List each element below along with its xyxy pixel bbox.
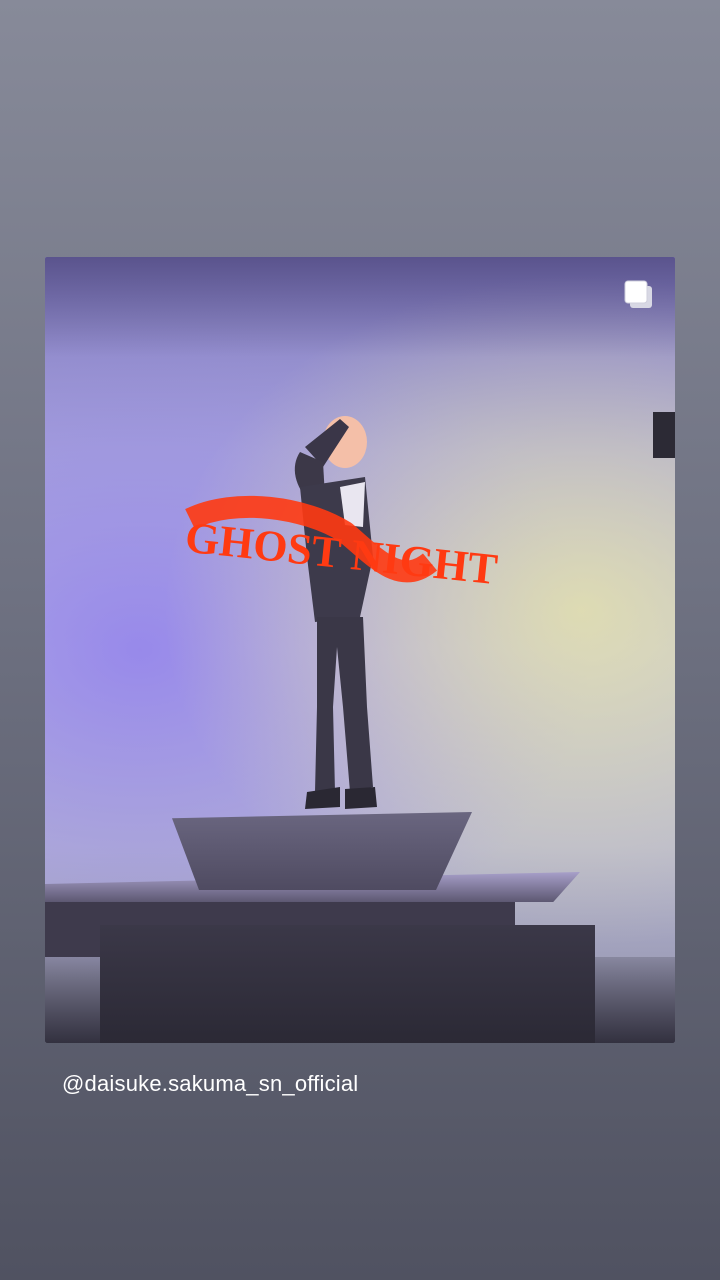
ghost-night-sticker[interactable]: GHOST NIGHT <box>45 257 675 1043</box>
multiple-photos-icon[interactable] <box>623 279 655 311</box>
reposted-photo-card[interactable]: GHOST NIGHT <box>45 257 675 1043</box>
mention-username[interactable]: @daisuke.sakuma_sn_official <box>62 1071 358 1097</box>
